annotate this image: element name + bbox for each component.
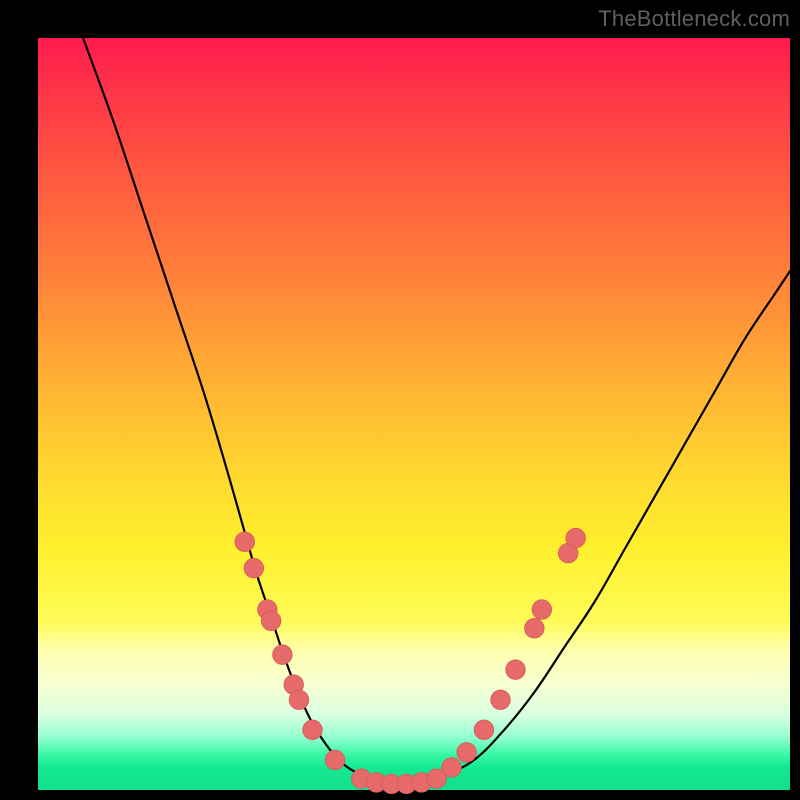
sample-dot <box>491 690 511 710</box>
sample-dot <box>325 750 345 770</box>
sample-dot <box>303 720 323 740</box>
sample-dot <box>506 660 526 680</box>
bottleneck-curve <box>83 38 790 783</box>
sample-dot <box>289 690 309 710</box>
sample-dot <box>566 528 586 548</box>
sample-dot <box>235 532 255 552</box>
chart-stage: TheBottleneck.com <box>0 0 800 800</box>
sample-dot <box>273 645 293 665</box>
plot-area <box>38 38 790 790</box>
sample-dots <box>235 528 585 793</box>
sample-dot <box>532 600 552 620</box>
sample-dot <box>457 743 477 763</box>
chart-overlay <box>38 38 790 790</box>
sample-dot <box>474 720 494 740</box>
sample-dot <box>244 558 264 578</box>
sample-dot <box>525 619 545 639</box>
sample-dot <box>442 758 462 778</box>
watermark-text: TheBottleneck.com <box>598 6 790 32</box>
sample-dot <box>261 611 281 631</box>
